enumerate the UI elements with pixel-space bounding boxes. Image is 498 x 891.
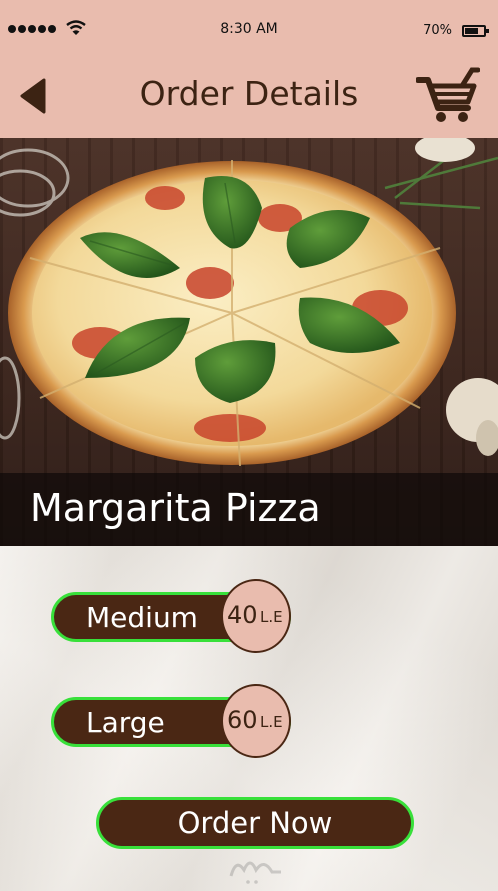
product-name: Margarita Pizza (30, 486, 321, 530)
battery-percent: 70% (423, 23, 452, 38)
size-label: Medium (86, 601, 198, 634)
price-value: 60 (227, 706, 258, 734)
price-badge: 40 L.E (221, 579, 291, 653)
header-bar: Order Details (0, 60, 498, 138)
size-option-large[interactable]: Large 60 L.E (51, 684, 291, 758)
order-now-button[interactable]: Order Now (96, 797, 414, 849)
battery-fill (465, 28, 478, 34)
pizza-photo: Margarita Pizza (0, 138, 498, 546)
size-option-medium[interactable]: Medium 40 L.E (51, 579, 291, 653)
price-badge: 60 L.E (221, 684, 291, 758)
status-bar: 8:30 AM 70% (0, 0, 498, 60)
shopping-cart-icon[interactable] (416, 66, 480, 126)
battery-icon (462, 25, 489, 37)
price-value: 40 (227, 601, 258, 629)
price-unit: L.E (260, 608, 283, 626)
product-caption: Margarita Pizza (0, 473, 498, 546)
watermark-logo (229, 861, 281, 884)
price-unit: L.E (260, 713, 283, 731)
size-label: Large (86, 706, 165, 739)
